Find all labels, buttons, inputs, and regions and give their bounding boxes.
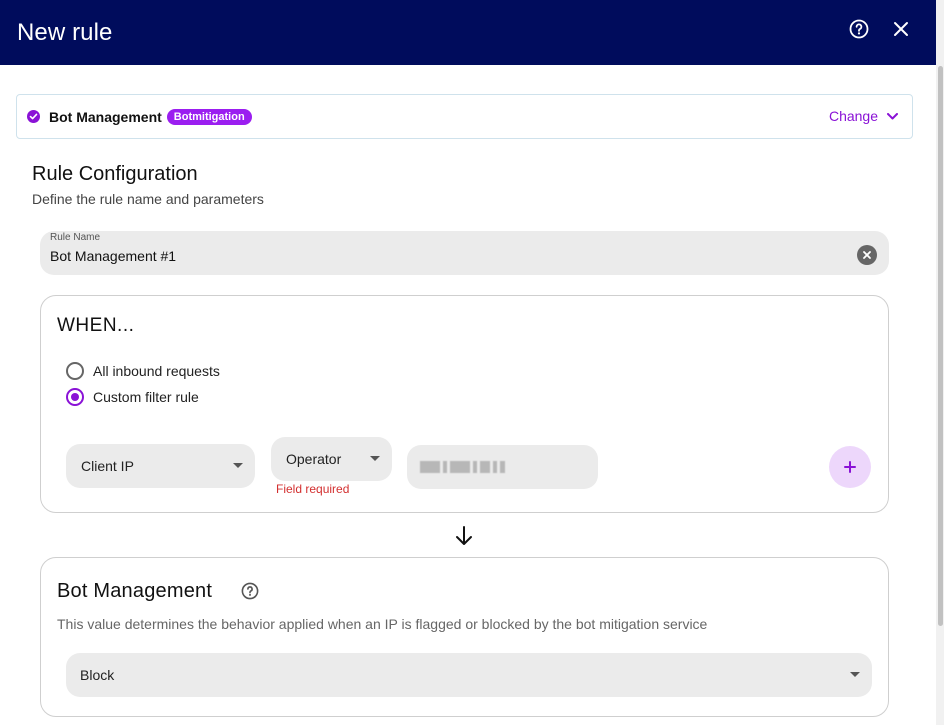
help-circle-icon[interactable] xyxy=(241,582,259,605)
when-title: WHEN... xyxy=(57,315,135,336)
chevron-down-icon xyxy=(887,112,898,119)
bot-management-description: This value determines the behavior appli… xyxy=(57,616,708,632)
when-condition-card: WHEN... All inbound requests Custom filt… xyxy=(40,295,889,513)
dropdown-caret-icon xyxy=(370,456,380,461)
radio-all-inbound[interactable]: All inbound requests xyxy=(66,362,220,380)
redacted-ip-value xyxy=(420,461,505,473)
bot-management-card: Bot Management This value determines the… xyxy=(40,557,889,717)
ip-value-input[interactable] xyxy=(407,445,598,489)
radio-label: Custom filter rule xyxy=(93,389,199,405)
operator-select[interactable]: Operator xyxy=(271,437,392,481)
bot-action-select[interactable]: Block xyxy=(66,653,872,697)
operator-error: Field required xyxy=(276,482,350,496)
service-name: Bot Management xyxy=(49,108,162,125)
bot-action-value: Block xyxy=(80,667,115,683)
dialog-header: New rule xyxy=(0,0,936,65)
add-condition-button[interactable] xyxy=(829,446,871,488)
service-badge: Botmitigation xyxy=(166,108,252,125)
radio-button-selected[interactable] xyxy=(66,388,84,406)
section-subtitle: Define the rule name and parameters xyxy=(32,191,264,207)
section-title: Rule Configuration xyxy=(32,163,198,185)
radio-custom-filter[interactable]: Custom filter rule xyxy=(66,388,199,406)
dropdown-caret-icon xyxy=(850,672,860,677)
selected-service-card: Bot Management Botmitigation Change xyxy=(16,94,913,139)
dialog-title: New rule xyxy=(17,18,113,46)
check-circle-icon xyxy=(27,110,40,123)
operator-select-value: Operator xyxy=(286,451,342,467)
change-label: Change xyxy=(828,108,878,124)
scrollbar-thumb[interactable] xyxy=(938,66,943,626)
rule-name-label: Rule Name xyxy=(50,232,101,243)
change-service-button[interactable]: Change xyxy=(829,108,898,124)
rule-name-field[interactable]: Rule Name xyxy=(40,231,889,275)
field-select-value: Client IP xyxy=(81,458,134,474)
dropdown-caret-icon xyxy=(233,463,243,468)
bot-management-title: Bot Management xyxy=(57,580,213,602)
plus-icon xyxy=(844,461,856,473)
clear-icon[interactable] xyxy=(857,245,877,265)
radio-button[interactable] xyxy=(66,362,84,380)
field-select[interactable]: Client IP xyxy=(66,444,255,488)
rule-name-input[interactable] xyxy=(50,248,830,264)
help-circle-icon[interactable] xyxy=(848,18,870,40)
close-icon[interactable] xyxy=(890,18,912,40)
arrow-down-icon xyxy=(454,525,474,552)
radio-label: All inbound requests xyxy=(93,363,220,379)
